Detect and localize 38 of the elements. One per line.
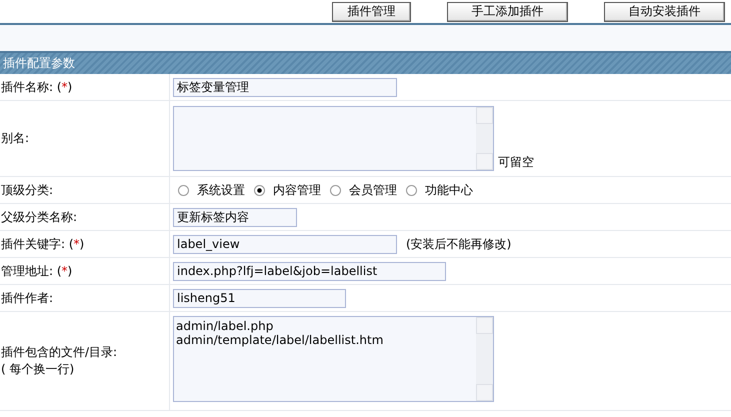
field-sublabel: ( 每个换一行)	[1, 361, 76, 378]
text-field[interactable]: index.php?lfj=label&job=labellist	[173, 262, 446, 280]
field-label: 父级分类名称:	[1, 208, 78, 226]
radio-label[interactable]: 内容管理	[273, 182, 321, 198]
field-label: 插件包含的文件/目录:	[1, 344, 118, 361]
scrollbar[interactable]	[476, 317, 493, 401]
radio-button[interactable]	[330, 184, 341, 196]
radio-label[interactable]: 会员管理	[349, 182, 397, 198]
scroll-up-button[interactable]	[476, 107, 493, 124]
field-label: 插件作者:	[1, 290, 54, 306]
section-title: 插件配置参数	[3, 55, 75, 72]
scrollbar[interactable]	[476, 107, 493, 170]
text-field[interactable]: lisheng51	[173, 288, 346, 308]
field-label: 插件关键字: (*)	[1, 236, 86, 252]
text-line: admin/label.php	[176, 319, 274, 333]
text-line: admin/template/label/labellist.htm	[176, 333, 384, 347]
radio-button[interactable]	[254, 184, 265, 196]
field-label: 管理地址: (*)	[1, 262, 74, 280]
field-hint: 可留空	[498, 154, 534, 171]
text-field[interactable]: label_view	[173, 234, 397, 254]
scroll-up-button[interactable]	[476, 317, 493, 334]
field-label: 插件名称: (*)	[1, 78, 74, 96]
toolbar-button[interactable]: 手工添加插件	[447, 2, 568, 22]
scroll-down-button[interactable]	[476, 384, 493, 401]
text-area[interactable]: admin/label.php admin/template/label/labellist.htm	[173, 316, 494, 402]
toolbar-button[interactable]: 自动安装插件	[604, 2, 725, 22]
text-area[interactable]	[173, 106, 494, 171]
scroll-down-button[interactable]	[476, 153, 493, 170]
text-field[interactable]: 更新标签内容	[173, 208, 297, 226]
radio-button[interactable]	[178, 184, 189, 196]
radio-label[interactable]: 功能中心	[425, 182, 473, 198]
toolbar-button[interactable]: 插件管理	[332, 2, 411, 22]
field-label: 别名:	[1, 130, 30, 147]
field-label: 顶级分类:	[1, 182, 54, 198]
field-note: (安装后不能再修改)	[406, 236, 512, 252]
radio-label[interactable]: 系统设置	[197, 182, 245, 198]
text-field[interactable]: 标签变量管理	[173, 78, 397, 96]
radio-button[interactable]	[406, 184, 417, 196]
